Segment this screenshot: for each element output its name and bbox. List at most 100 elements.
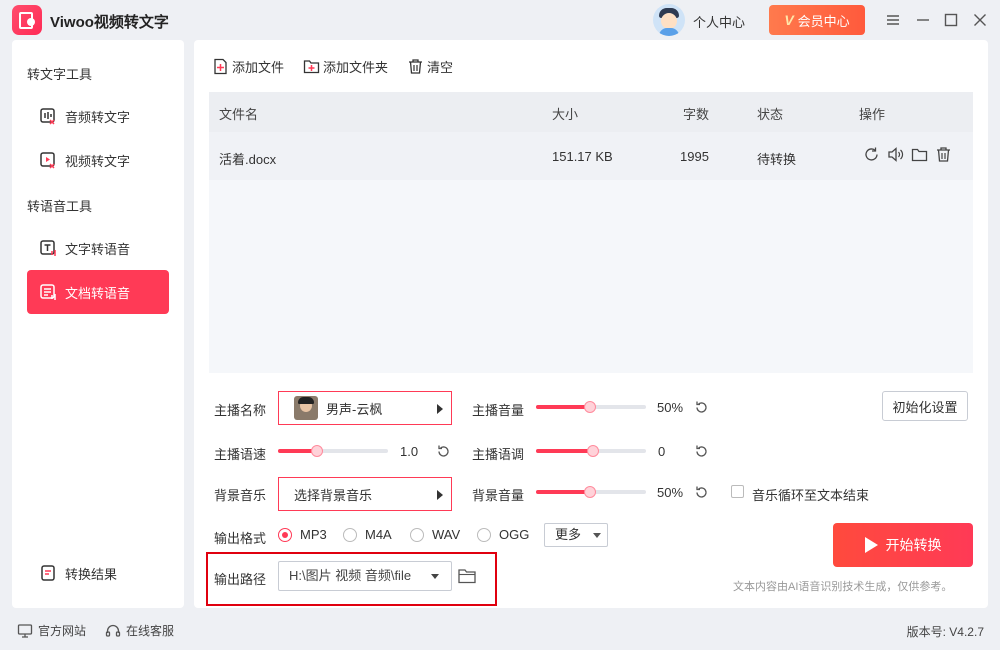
add-file-label: 添加文件 — [232, 60, 285, 75]
anchor-speed-value: 1.0 — [400, 444, 419, 459]
sidebar-item-label: 文字转语音 — [65, 241, 131, 257]
headset-icon — [105, 624, 121, 637]
speaker-icon[interactable] — [887, 146, 904, 163]
row-actions — [863, 146, 952, 163]
bgm-volume-slider[interactable] — [536, 482, 646, 502]
anchor-tone-label: 主播语调 — [472, 447, 525, 462]
slider-knob[interactable] — [587, 445, 599, 457]
arrow-right-icon — [437, 490, 443, 500]
anchor-speed-slider[interactable] — [278, 441, 388, 461]
vip-center-label: 会员中心 — [797, 13, 850, 29]
add-file-button[interactable]: 添加文件 — [212, 57, 284, 76]
slider-knob[interactable] — [584, 486, 596, 498]
start-convert-label: 开始转换 — [885, 537, 942, 553]
app-logo-icon — [12, 5, 42, 35]
monitor-icon — [17, 623, 33, 638]
play-icon — [864, 537, 878, 553]
sidebar-item-label: 转换结果 — [65, 566, 118, 582]
anchor-voice-value: 男声-云枫 — [326, 401, 383, 417]
highlight-box — [206, 552, 497, 606]
reset-icon[interactable] — [694, 400, 709, 415]
column-header-status: 状态 — [757, 107, 784, 122]
bgm-select[interactable]: 选择背景音乐 — [278, 477, 452, 511]
sidebar-item-results[interactable]: 转换结果 — [27, 551, 169, 595]
format-radio-wav[interactable] — [410, 528, 424, 542]
sidebar-item-text-to-speech[interactable]: 文字转语音 — [27, 226, 169, 270]
column-header-actions: 操作 — [859, 107, 886, 122]
anchor-name-label: 主播名称 — [214, 403, 267, 418]
user-center-link[interactable]: 个人中心 — [693, 12, 745, 31]
bgm-select-value: 选择背景音乐 — [294, 487, 373, 503]
add-folder-icon — [303, 60, 320, 74]
slider-knob[interactable] — [311, 445, 323, 457]
more-formats-select[interactable]: 更多 — [544, 523, 608, 547]
delete-icon[interactable] — [935, 146, 952, 163]
sidebar-item-video-to-text[interactable]: 视频转文字 — [27, 138, 169, 182]
voice-avatar — [294, 396, 318, 420]
anchor-volume-value: 50% — [657, 400, 684, 415]
format-radio-m4a[interactable] — [343, 528, 357, 542]
bgm-volume-label: 背景音量 — [472, 488, 525, 503]
close-icon[interactable] — [970, 10, 990, 30]
reset-icon[interactable] — [436, 444, 451, 459]
file-name-cell: 活着.docx — [219, 152, 277, 167]
audio-text-icon — [39, 107, 57, 125]
status-cell: 待转换 — [757, 152, 797, 167]
anchor-volume-slider[interactable] — [536, 397, 646, 417]
version-label: 版本号: V4.2.7 — [906, 625, 984, 639]
maximize-icon[interactable] — [941, 10, 961, 30]
menu-icon[interactable] — [883, 10, 903, 30]
word-count-cell: 1995 — [680, 149, 709, 164]
sidebar-item-doc-to-speech[interactable]: 文档转语音 — [27, 270, 169, 314]
minimize-icon[interactable] — [913, 10, 933, 30]
column-header-size: 大小 — [552, 107, 579, 122]
doc-speech-icon — [39, 283, 57, 301]
column-header-words: 字数 — [683, 107, 710, 122]
format-radio-mp3[interactable] — [278, 528, 292, 542]
clear-button[interactable]: 清空 — [407, 57, 453, 76]
start-convert-button[interactable]: 开始转换 — [833, 523, 973, 567]
refresh-icon[interactable] — [863, 146, 880, 163]
loop-checkbox[interactable] — [731, 485, 744, 498]
section-title-voice-tools: 转语音工具 — [27, 199, 93, 214]
ai-disclaimer: 文本内容由AI语音识别技术生成，仅供参考。 — [733, 581, 953, 593]
sidebar-item-label: 视频转文字 — [65, 153, 131, 169]
video-text-icon — [39, 151, 57, 169]
vip-badge-icon: V — [784, 12, 794, 28]
reset-icon[interactable] — [694, 444, 709, 459]
bgm-label: 背景音乐 — [214, 488, 267, 503]
reset-icon[interactable] — [694, 485, 709, 500]
format-radio-ogg[interactable] — [477, 528, 491, 542]
add-folder-label: 添加文件夹 — [323, 60, 389, 75]
anchor-tone-slider[interactable] — [536, 441, 646, 461]
slider-knob[interactable] — [584, 401, 596, 413]
sidebar-item-audio-to-text[interactable]: 音频转文字 — [27, 94, 169, 138]
trash-icon — [409, 59, 422, 74]
main-panel: 添加文件 添加文件夹 清空 文件名 大小 字数 状态 操作 活着.docx 15… — [194, 40, 988, 608]
format-m4a-label: M4A — [365, 527, 392, 542]
bgm-volume-value: 50% — [657, 485, 684, 500]
official-website-link[interactable]: 官方网站 — [17, 622, 86, 639]
user-avatar[interactable] — [653, 4, 685, 36]
vip-center-button[interactable]: V 会员中心 — [769, 5, 865, 35]
file-size-cell: 151.17 KB — [552, 149, 613, 164]
sidebar-item-label: 文档转语音 — [65, 285, 131, 301]
format-label: 输出格式 — [214, 531, 267, 546]
add-folder-button[interactable]: 添加文件夹 — [303, 57, 388, 76]
add-file-icon — [214, 58, 227, 75]
sidebar-item-label: 音频转文字 — [65, 109, 131, 125]
more-formats-label: 更多 — [555, 527, 582, 542]
title-bar: Viwoo视频转文字 个人中心 V 会员中心 — [0, 0, 1000, 40]
arrow-right-icon — [437, 404, 443, 414]
clear-label: 清空 — [427, 60, 454, 75]
anchor-voice-select[interactable]: 男声-云枫 — [278, 391, 452, 425]
folder-icon[interactable] — [911, 146, 928, 163]
online-service-link[interactable]: 在线客服 — [105, 622, 174, 639]
chevron-down-icon — [593, 533, 601, 538]
app-title: Viwoo视频转文字 — [50, 14, 169, 31]
online-service-label: 在线客服 — [126, 624, 175, 638]
table-header: 文件名 大小 字数 状态 操作 — [209, 92, 973, 132]
results-icon — [39, 564, 57, 582]
init-settings-button[interactable]: 初始化设置 — [882, 391, 968, 421]
sidebar: 转文字工具 音频转文字 视频转文字 转语音工具 文字转语音 文档转语音 转换结果 — [12, 40, 184, 608]
